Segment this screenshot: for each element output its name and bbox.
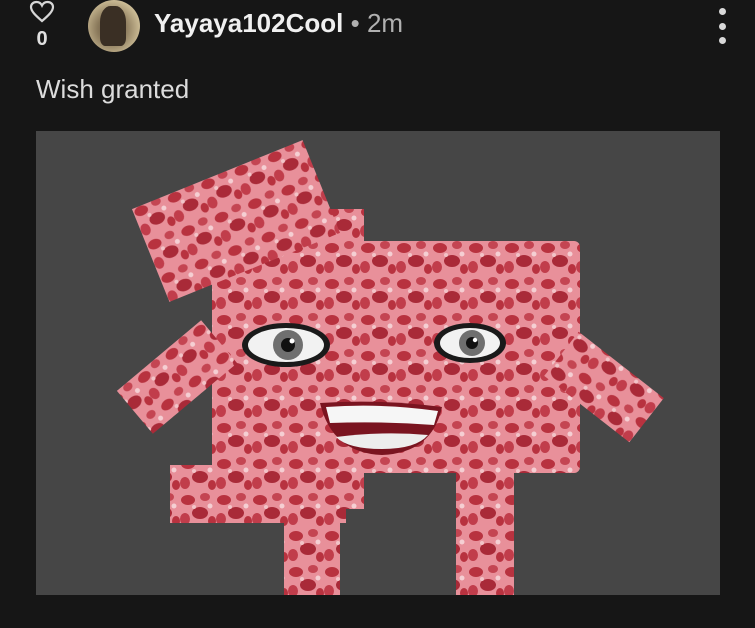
menu-dot xyxy=(718,37,726,44)
avatar[interactable] xyxy=(88,0,140,52)
right-eye xyxy=(434,323,506,363)
timestamp: 2m xyxy=(366,8,404,38)
left-leg-block xyxy=(284,469,340,595)
menu-dot xyxy=(718,8,726,15)
left-eye xyxy=(242,323,330,367)
post-header: Yayaya102Cool • 2m xyxy=(154,8,403,39)
post-image[interactable] xyxy=(36,131,720,595)
heart-icon[interactable] xyxy=(29,0,55,24)
menu-dot xyxy=(718,22,726,30)
separator-dot: • xyxy=(350,8,360,38)
meat-creature-illustration xyxy=(116,140,664,595)
avatar-figure xyxy=(100,6,126,46)
vote-area: 0 xyxy=(22,0,62,51)
more-menu-button[interactable] xyxy=(715,8,729,44)
post-body-text: Wish granted xyxy=(36,74,190,104)
username[interactable]: Yayaya102Cool xyxy=(154,8,343,38)
vote-count: 0 xyxy=(36,28,48,50)
right-leg-block xyxy=(456,473,514,595)
